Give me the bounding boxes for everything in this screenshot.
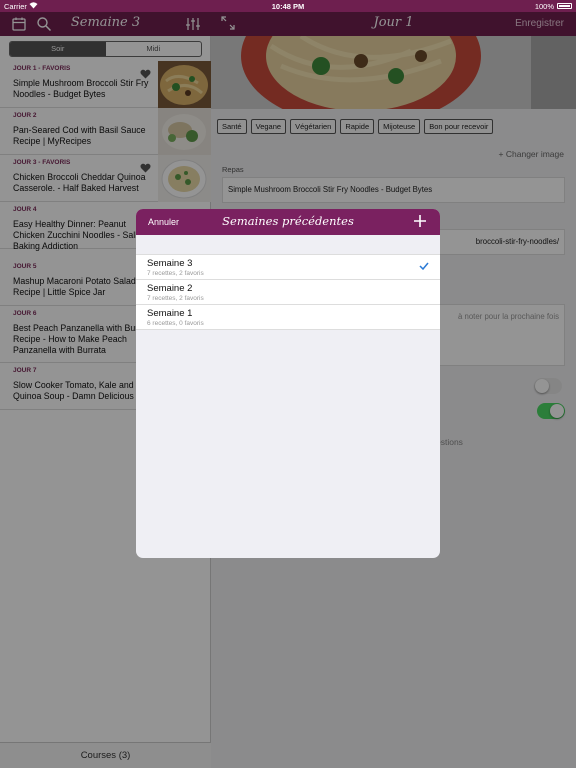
checkmark-icon: [419, 262, 429, 272]
modal-header: Annuler Semaines précédentes: [136, 209, 440, 235]
plus-icon[interactable]: [413, 212, 427, 231]
week-row[interactable]: Semaine 1 6 recettes, 0 favoris: [136, 305, 440, 330]
week-name: Semaine 1: [147, 308, 193, 319]
week-row[interactable]: Semaine 2 7 recettes, 2 favoris: [136, 280, 440, 305]
week-row[interactable]: Semaine 3 7 recettes, 2 favoris: [136, 255, 440, 280]
status-time: 10:48 PM: [271, 2, 305, 11]
week-name: Semaine 2: [147, 283, 193, 294]
battery-icon: [557, 3, 572, 9]
week-list: Semaine 3 7 recettes, 2 favoris Semaine …: [136, 254, 440, 330]
week-summary: 7 recettes, 2 favoris: [147, 270, 204, 277]
modal-title: Semaines précédentes: [222, 214, 354, 228]
status-bar: Carrier 10:48 PM 100%: [0, 0, 576, 12]
battery-percent: 100%: [534, 2, 554, 11]
previous-weeks-modal: Annuler Semaines précédentes Semaine 3 7…: [136, 209, 440, 558]
week-name: Semaine 3: [147, 258, 193, 269]
week-summary: 7 recettes, 2 favoris: [147, 295, 204, 302]
week-summary: 6 recettes, 0 favoris: [147, 320, 204, 327]
